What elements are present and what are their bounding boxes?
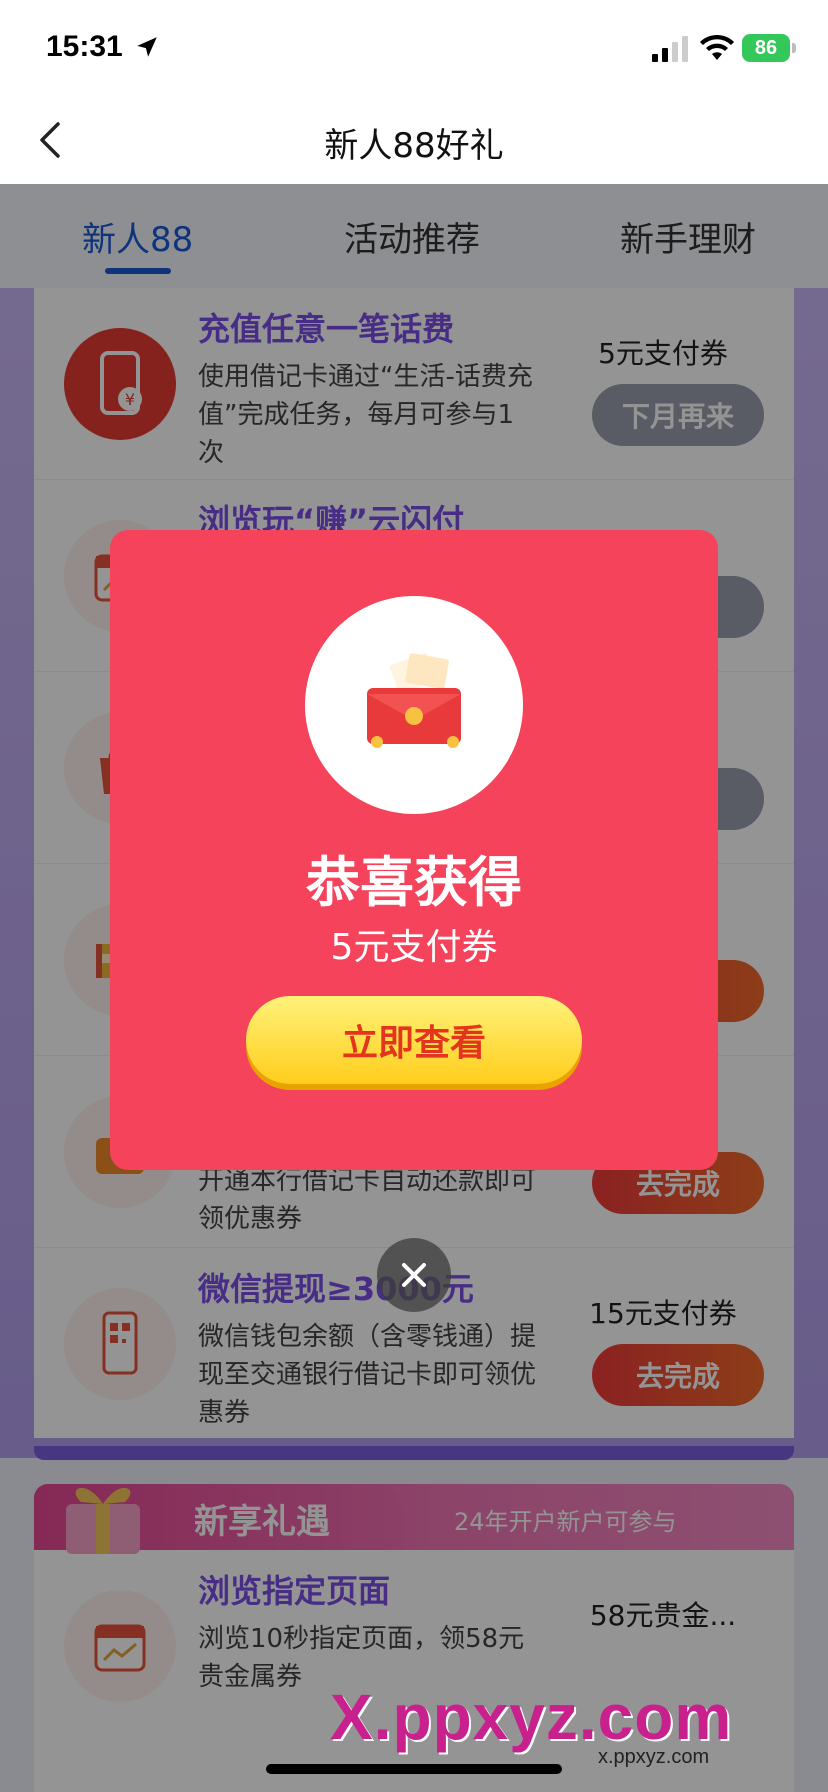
close-icon: [402, 1263, 426, 1287]
location-arrow-icon: [137, 37, 157, 57]
status-time: 15:31: [46, 30, 123, 63]
red-envelope-icon: [305, 596, 523, 814]
status-bar: 15:31 86: [0, 0, 828, 96]
modal-title: 恭喜获得: [306, 851, 522, 914]
battery-indicator: 86: [742, 34, 790, 62]
watermark: X.ppxyz.com: [330, 1681, 733, 1753]
cellular-signal-icon: [652, 36, 688, 62]
wifi-icon: [700, 34, 734, 60]
home-indicator[interactable]: [266, 1764, 562, 1774]
reward-modal: 恭喜获得 5元支付券 立即查看: [110, 530, 718, 1170]
page-title: 新人88好礼: [324, 126, 504, 166]
modal-subtitle: 5元支付券: [330, 927, 498, 968]
battery-nub: [792, 43, 796, 53]
watermark-small: x.ppxyz.com: [598, 1746, 710, 1768]
nav-bar: 新人88好礼: [0, 96, 828, 184]
view-now-button[interactable]: 立即查看: [246, 996, 582, 1084]
close-modal-button[interactable]: [377, 1238, 451, 1312]
